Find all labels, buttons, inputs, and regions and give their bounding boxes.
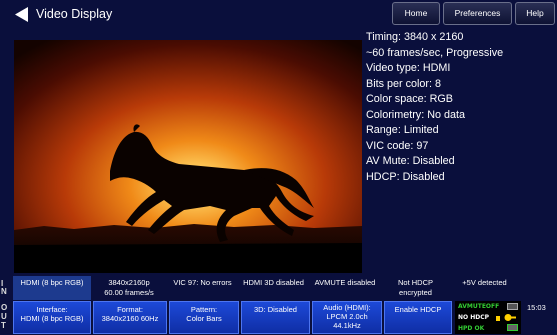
- status-interface: HDMI (8 bpc RGB): [13, 276, 91, 300]
- format-button[interactable]: Format: 3840x2160 60Hz: [93, 301, 167, 334]
- key-icon: [496, 314, 516, 321]
- info-video-type: Video type: HDMI: [366, 62, 451, 74]
- label-letter: N: [1, 287, 7, 296]
- label-letter: T: [1, 321, 6, 330]
- hdcp-status: NO HDCP: [458, 314, 490, 321]
- avmute-status: AVMUTEOFF: [458, 303, 500, 310]
- input-status-bar: IN HDMI (8 bpc RGB) 3840x2160p 60.00 fra…: [0, 276, 557, 300]
- info-hdcp: HDCP: Disabled: [366, 170, 445, 183]
- page-title: Video Display: [36, 7, 113, 21]
- tab-help[interactable]: Help: [515, 2, 555, 25]
- status-timing: 3840x2160p 60.00 frames/s: [104, 278, 154, 297]
- monitor-icon: [507, 303, 518, 310]
- input-label: IN: [1, 280, 7, 296]
- info-bits-per-color: Bits per color: 8: [366, 77, 442, 90]
- enable-hdcp-button[interactable]: Enable HDCP: [384, 301, 452, 334]
- label-letter: O: [1, 303, 8, 312]
- info-frame-rate: ~60 frames/sec, Progressive: [366, 46, 504, 59]
- status-5v: +5V detected: [462, 278, 507, 287]
- hpd-monitor-icon: [507, 324, 518, 331]
- video-preview: [14, 40, 362, 273]
- status-hdcp: Not HDCP encrypted: [397, 278, 433, 297]
- back-arrow-icon[interactable]: [14, 7, 29, 22]
- info-range: Range: Limited: [366, 124, 439, 136]
- horse-sunset-image: [14, 40, 362, 273]
- video-info-panel: Timing: 3840 x 2160 ~60 frames/sec, Prog…: [366, 30, 503, 185]
- hardware-status-panel: AVMUTEOFF NO HDCP HPD OK: [455, 301, 521, 334]
- label-letter: U: [1, 312, 7, 321]
- header-tabs: Home Preferences Help: [392, 2, 555, 25]
- interface-button[interactable]: Interface: HDMI (8 bpc RGB): [13, 301, 91, 334]
- info-vic-code: VIC code: 97: [366, 139, 429, 152]
- info-av-mute: AV Mute: Disabled: [366, 155, 455, 167]
- info-colorimetry: Colorimetry: No data: [366, 108, 466, 121]
- status-3d: HDMI 3D disabled: [243, 278, 304, 287]
- hpd-status: HPD OK: [458, 325, 485, 332]
- top-bar: Video Display Home Preferences Help: [0, 0, 557, 31]
- clock: 15:03: [527, 303, 546, 312]
- output-label: OUT: [1, 303, 7, 330]
- tab-home[interactable]: Home: [392, 2, 440, 25]
- status-vic: VIC 97: No errors: [173, 278, 232, 287]
- info-timing: Timing: 3840 x 2160: [366, 31, 464, 43]
- 3d-button[interactable]: 3D: Disabled: [241, 301, 310, 334]
- audio-button[interactable]: Audio (HDMI): LPCM 2.0ch 44.1kHz: [312, 301, 382, 334]
- pattern-button[interactable]: Pattern: Color Bars: [169, 301, 239, 334]
- info-color-space: Color space: RGB: [366, 93, 454, 105]
- status-avmute: AVMUTE disabled: [314, 278, 376, 287]
- tab-preferences[interactable]: Preferences: [443, 2, 512, 25]
